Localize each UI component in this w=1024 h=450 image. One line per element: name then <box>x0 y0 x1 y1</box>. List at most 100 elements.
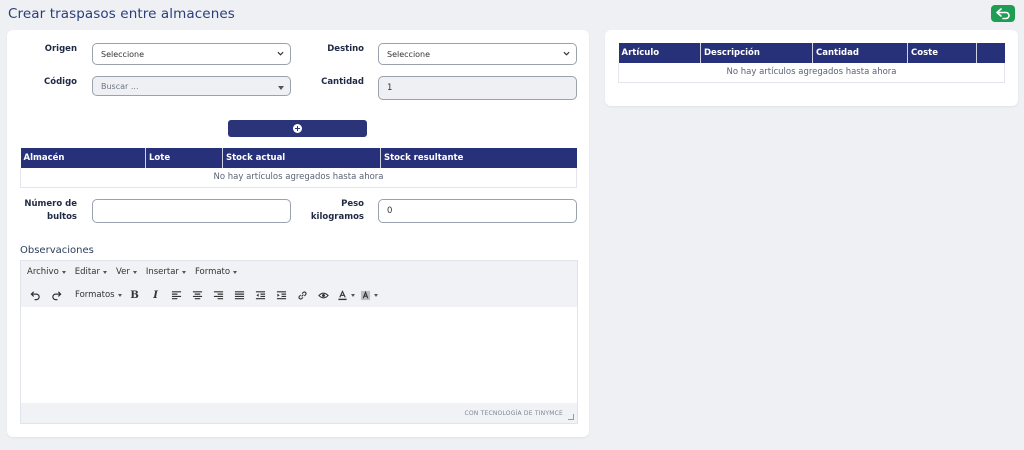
codigo-placeholder: Buscar ... <box>101 81 139 91</box>
codigo-label: Código <box>44 77 77 87</box>
align-right-button[interactable] <box>211 286 227 304</box>
align-right-icon <box>214 290 224 299</box>
align-center-button[interactable] <box>190 286 206 304</box>
caret-down-icon <box>278 86 284 90</box>
empty-message: No hay artículos agregados hasta ahora <box>20 168 577 188</box>
align-justify-button[interactable] <box>232 286 248 304</box>
menu-ver-label: Ver <box>115 267 130 277</box>
formats-label: Formatos <box>75 290 115 300</box>
table-row: No hay artículos agregados hasta ahora <box>20 168 577 188</box>
italic-button[interactable]: I <box>148 286 164 304</box>
indent-icon <box>277 290 287 299</box>
origen-select-value: Seleccione <box>101 49 145 59</box>
indent-button[interactable] <box>274 286 290 304</box>
outdent-icon <box>256 290 266 299</box>
peso-value: 0 <box>387 206 393 216</box>
align-left-button[interactable] <box>169 286 185 304</box>
codigo-search-select[interactable]: Buscar ... <box>92 76 291 96</box>
redo-button[interactable] <box>48 286 64 304</box>
origen-label: Origen <box>44 44 77 54</box>
caret-down-icon <box>132 270 137 274</box>
bultos-label: Número de bultos <box>21 198 77 224</box>
column-header-articulo: Artículo <box>618 43 701 63</box>
destino-label: Destino <box>327 44 364 54</box>
eye-icon <box>318 292 329 298</box>
back-button[interactable] <box>991 5 1015 22</box>
bultos-label-line1: Número de <box>24 199 77 209</box>
powered-by-text: CON TECNOLOGÍA DE TINYMCE <box>464 409 563 417</box>
menu-ver[interactable]: Ver <box>116 267 137 277</box>
destino-select-value: Seleccione <box>387 49 431 59</box>
chevron-down-icon <box>563 51 570 56</box>
menu-archivo[interactable]: Archivo <box>27 267 66 277</box>
column-header-descripcion: Descripción <box>700 43 813 63</box>
peso-input[interactable]: 0 <box>378 199 577 223</box>
plus-circle-icon <box>293 124 302 133</box>
align-justify-icon <box>235 290 245 299</box>
menu-insertar[interactable]: Insertar <box>146 267 186 277</box>
caret-down-icon <box>117 293 122 297</box>
caret-down-icon <box>61 270 66 274</box>
redo-icon <box>51 290 61 300</box>
menu-formato[interactable]: Formato <box>194 267 238 277</box>
cantidad-input[interactable]: 1 <box>378 76 577 100</box>
bultos-input[interactable] <box>92 199 291 223</box>
cantidad-label: Cantidad <box>321 77 364 87</box>
caret-down-icon <box>102 270 107 274</box>
editor-statusbar: CON TECNOLOGÍA DE TINYMCE <box>21 403 577 423</box>
caret-down-icon <box>233 270 238 274</box>
empty-message: No hay artículos agregados hasta ahora <box>618 63 1005 83</box>
articles-table-header: Artículo Descripción Cantidad Coste <box>618 43 1005 63</box>
caret-down-icon <box>373 293 378 297</box>
align-left-icon <box>172 290 182 299</box>
cantidad-value: 1 <box>387 83 393 93</box>
menu-insertar-label: Insertar <box>145 267 179 277</box>
stock-table-header: Almacén Lote Stock actual Stock resultan… <box>20 148 577 168</box>
column-header-coste: Coste <box>907 43 977 63</box>
caret-down-icon <box>350 293 355 297</box>
page-title: Crear traspasos entre almacenes <box>8 6 235 22</box>
chevron-down-icon <box>277 51 284 56</box>
rich-text-editor: Archivo Editar Ver Insertar Formato Form… <box>20 260 578 424</box>
column-header-stock-resultante: Stock resultante <box>380 148 577 168</box>
menu-archivo-label: Archivo <box>27 267 59 277</box>
column-header-lote: Lote <box>145 148 223 168</box>
editor-toolbar: Formatos B I <box>21 283 577 307</box>
bold-button[interactable]: B <box>127 286 143 304</box>
align-center-icon <box>193 290 203 299</box>
destino-select[interactable]: Seleccione <box>378 43 577 65</box>
formats-dropdown[interactable]: Formatos <box>75 286 122 304</box>
peso-label-line2: kilogramos <box>310 212 364 223</box>
stock-table: Almacén Lote Stock actual Stock resultan… <box>20 148 577 188</box>
articles-card: Artículo Descripción Cantidad Coste No h… <box>605 30 1018 106</box>
undo-icon <box>30 290 40 300</box>
menu-formato-label: Formato <box>194 267 231 277</box>
menu-editar[interactable]: Editar <box>75 267 107 277</box>
articles-table: Artículo Descripción Cantidad Coste No h… <box>618 43 1005 83</box>
background-color-button[interactable] <box>360 286 378 304</box>
outdent-button[interactable] <box>253 286 269 304</box>
observaciones-title: Observaciones <box>20 245 94 256</box>
highlight-color-icon <box>360 290 370 300</box>
resize-handle-icon[interactable] <box>568 414 574 420</box>
editor-content-area[interactable] <box>21 307 577 403</box>
link-button[interactable] <box>295 286 311 304</box>
column-header-cantidad: Cantidad <box>812 43 908 63</box>
text-color-icon <box>337 289 347 300</box>
bultos-label-line2: bultos <box>46 212 77 223</box>
menu-editar-label: Editar <box>74 267 100 277</box>
return-arrow-icon <box>996 7 1010 19</box>
column-header-actions <box>976 43 1005 63</box>
table-row: No hay artículos agregados hasta ahora <box>618 63 1005 83</box>
text-color-button[interactable] <box>337 286 355 304</box>
peso-label-line1: Peso <box>341 199 364 209</box>
add-article-button[interactable] <box>228 120 367 137</box>
italic-icon: I <box>153 289 158 301</box>
undo-button[interactable] <box>27 286 43 304</box>
caret-down-icon <box>181 270 186 274</box>
transfer-form-card: Origen Seleccione Destino Seleccione Cód… <box>7 30 589 437</box>
column-header-stock-actual: Stock actual <box>222 148 381 168</box>
origen-select[interactable]: Seleccione <box>92 43 291 65</box>
preview-button[interactable] <box>316 286 332 304</box>
peso-label: Peso kilogramos <box>307 198 364 224</box>
